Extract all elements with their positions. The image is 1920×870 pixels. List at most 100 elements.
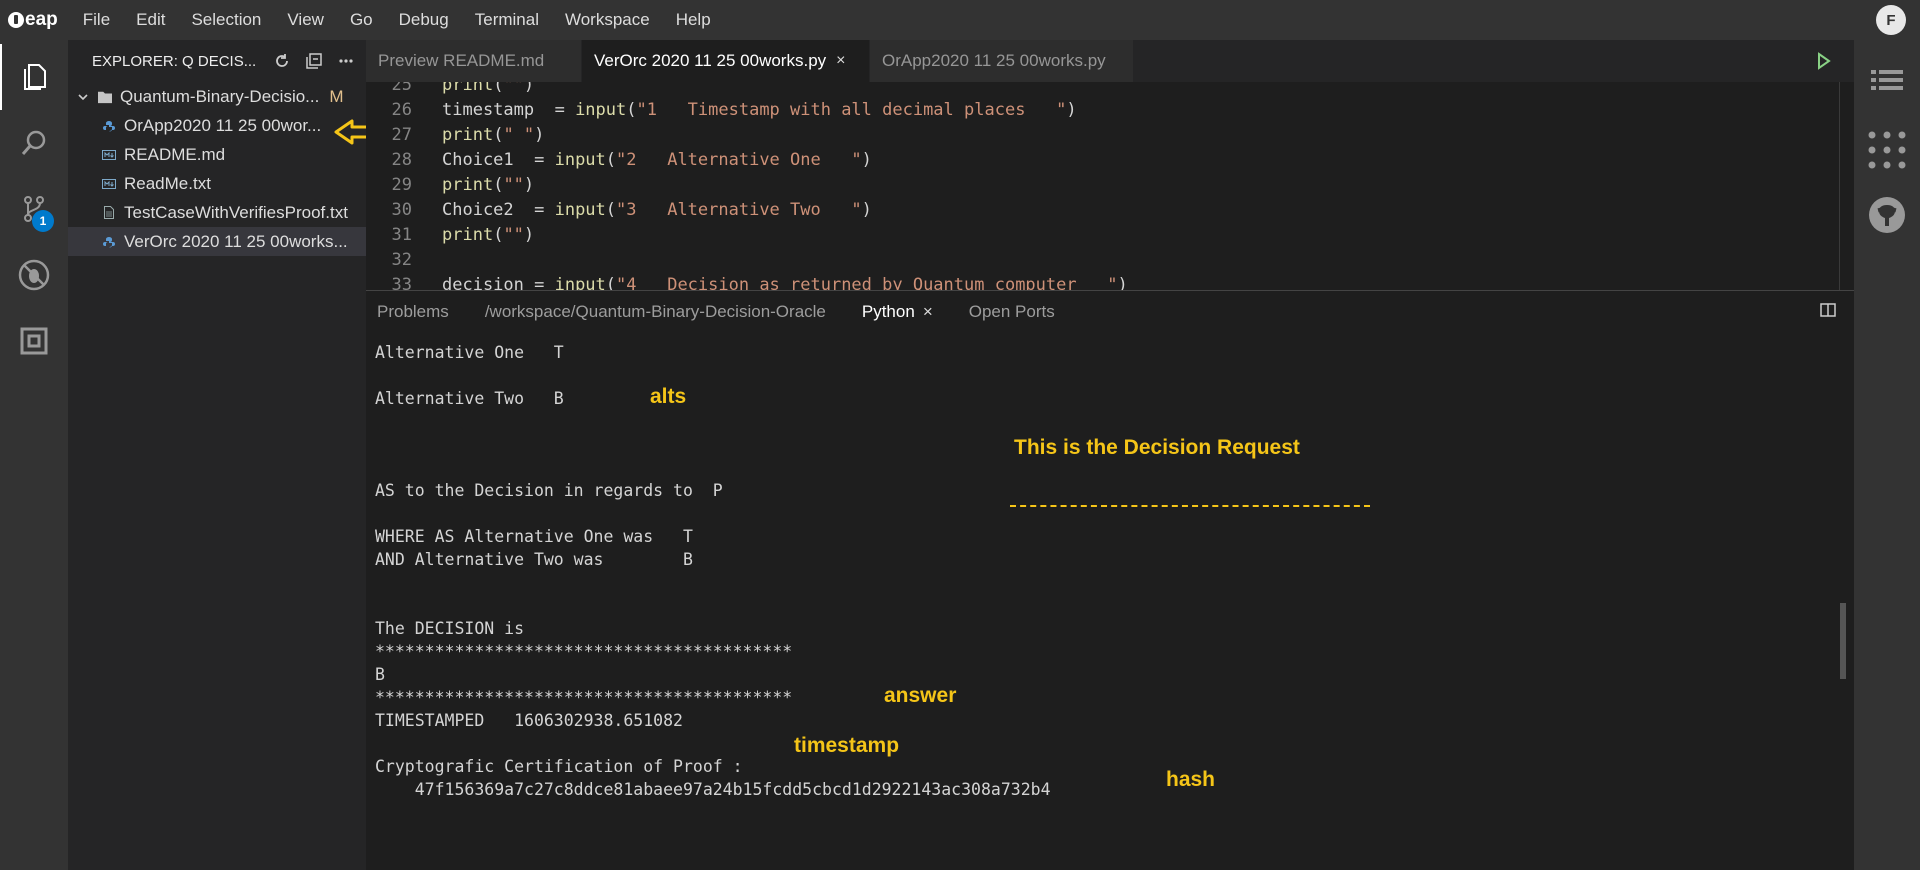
github-icon[interactable] <box>1854 185 1920 245</box>
leap-logo-mark <box>8 12 24 28</box>
explorer-panel: EXPLORER: Q DECIS... Quantum-Binary-Deci… <box>68 40 366 870</box>
code-line: 33 decision = input("4 Decision as return… <box>366 273 1854 290</box>
menu-workspace[interactable]: Workspace <box>552 0 663 40</box>
file-label: ReadMe.txt <box>124 173 211 193</box>
tab-preview-readme[interactable]: Preview README.md <box>366 40 582 82</box>
run-icon[interactable] <box>1816 52 1832 75</box>
code-text: ) <box>534 125 545 145</box>
code-text: ) <box>1066 100 1077 120</box>
text-file-icon <box>102 206 116 220</box>
extensions-icon[interactable] <box>0 308 68 374</box>
folder-icon <box>98 90 112 104</box>
file-label: OrApp2020 11 25 00wor... <box>124 115 322 135</box>
split-panel-icon[interactable] <box>1820 303 1836 322</box>
menu-terminal[interactable]: Terminal <box>462 0 552 40</box>
menu-selection[interactable]: Selection <box>178 0 274 40</box>
code-line: 28 Choice1 = input("2 Alternative One ") <box>366 148 1854 173</box>
refresh-icon[interactable] <box>270 49 294 73</box>
code-text: ) <box>523 225 535 245</box>
tree-file-orapp[interactable]: OrApp2020 11 25 00wor... <box>68 111 366 140</box>
menu-go[interactable]: Go <box>337 0 386 40</box>
outline-icon[interactable] <box>1854 52 1920 112</box>
terminal-output[interactable]: Alternative One T Alternative Two B AS to … <box>375 341 1051 801</box>
code-text: print( <box>442 82 504 95</box>
files-icon[interactable] <box>0 44 68 110</box>
terminal-line: Cryptografic Certification of Proof : <box>375 757 743 776</box>
terminal-scrollbar[interactable] <box>1840 603 1846 679</box>
tab-label: Python <box>861 302 915 321</box>
code-string: "" <box>503 225 524 245</box>
menu-help[interactable]: Help <box>663 0 724 40</box>
code-line: 30 Choice2 = input("3 Alternative Two ") <box>366 198 1854 223</box>
leap-logo-text: eap <box>25 9 58 30</box>
code-text: ) <box>523 175 535 195</box>
code-string: "3 Alternative Two " <box>616 200 862 220</box>
menu-debug[interactable]: Debug <box>386 0 462 40</box>
menu-file[interactable]: File <box>70 0 123 40</box>
file-label: VerOrc 2020 11 25 00works... <box>124 231 348 251</box>
code-editor[interactable]: 25 print("") 26 timestamp = input("1 Timest… <box>366 82 1854 290</box>
activity-bar: 1 <box>0 40 68 870</box>
tree-file-readme-txt[interactable]: ReadMe.txt <box>68 169 366 198</box>
code-text: Choice1 = input( <box>442 150 617 170</box>
line-number: 30 <box>391 200 412 220</box>
apps-grid-icon[interactable] <box>1854 120 1920 180</box>
user-avatar[interactable]: F <box>1876 5 1906 35</box>
code-string: "" <box>503 175 524 195</box>
tree-folder-root[interactable]: Quantum-Binary-Decisio... M <box>68 82 366 111</box>
close-icon[interactable]: × <box>923 302 933 322</box>
terminal-line: B <box>375 665 385 684</box>
code-text: timestamp = input( <box>442 100 637 120</box>
leap-logo[interactable]: eap <box>8 9 58 31</box>
tab-open-ports[interactable]: Open Ports <box>958 291 1066 333</box>
code-line: 26 timestamp = input("1 Timestamp with al… <box>366 98 1854 123</box>
python-file-icon <box>102 235 116 249</box>
python-file-icon <box>102 119 116 133</box>
debug-icon[interactable] <box>0 242 68 308</box>
code-line: 27 print(" ") <box>366 123 1854 148</box>
tab-orapp[interactable]: OrApp2020 11 25 00works.py <box>870 40 1134 82</box>
tab-python[interactable]: Python × <box>851 291 944 333</box>
source-control-icon[interactable]: 1 <box>0 176 68 242</box>
terminal-line: AS to the Decision in regards to P <box>375 481 723 500</box>
annotation-hash: hash <box>1166 768 1216 791</box>
tree-file-readme-md[interactable]: README.md <box>68 140 366 169</box>
tab-problems[interactable]: Problems <box>366 291 460 333</box>
code-text: ) <box>861 200 872 220</box>
tree-file-verorc[interactable]: VerOrc 2020 11 25 00works... <box>68 227 366 256</box>
code-text: ) <box>861 150 872 170</box>
code-string: "4 Decision as returned by Quantum compu… <box>616 275 1118 290</box>
menu-edit[interactable]: Edit <box>123 0 178 40</box>
tree-file-testcase[interactable]: TestCaseWithVerifiesProof.txt <box>68 198 366 227</box>
line-number: 27 <box>391 125 412 145</box>
menu-bar: eap File Edit Selection View Go Debug Te… <box>0 0 1920 40</box>
line-number: 28 <box>391 150 412 170</box>
tab-workspace-terminal[interactable]: /workspace/Quantum-Binary-Decision-Oracl… <box>474 291 837 333</box>
code-line: 32 <box>366 248 1854 273</box>
code-line: 25 print("") <box>366 82 1854 98</box>
chevron-down-icon <box>76 90 90 104</box>
tab-verorc[interactable]: VerOrc 2020 11 25 00works.py × <box>582 40 870 82</box>
editor-scrollbar[interactable] <box>1839 82 1840 290</box>
code-text: print( <box>442 125 504 145</box>
menu-view[interactable]: View <box>274 0 337 40</box>
line-number: 29 <box>391 175 412 195</box>
search-icon[interactable] <box>0 110 68 176</box>
terminal-line: Alternative Two B <box>375 389 564 408</box>
collapse-all-icon[interactable] <box>302 49 326 73</box>
code-text: print( <box>442 175 504 195</box>
close-icon[interactable]: × <box>836 52 845 70</box>
tab-label: Preview README.md <box>378 51 545 70</box>
tab-label: OrApp2020 11 25 00works.py <box>882 51 1106 70</box>
line-number: 32 <box>391 250 412 270</box>
code-text: ) <box>523 82 535 95</box>
code-line: 31 print("") <box>366 223 1854 248</box>
annotation-dashes <box>1010 505 1370 507</box>
more-actions-icon[interactable] <box>334 49 358 73</box>
